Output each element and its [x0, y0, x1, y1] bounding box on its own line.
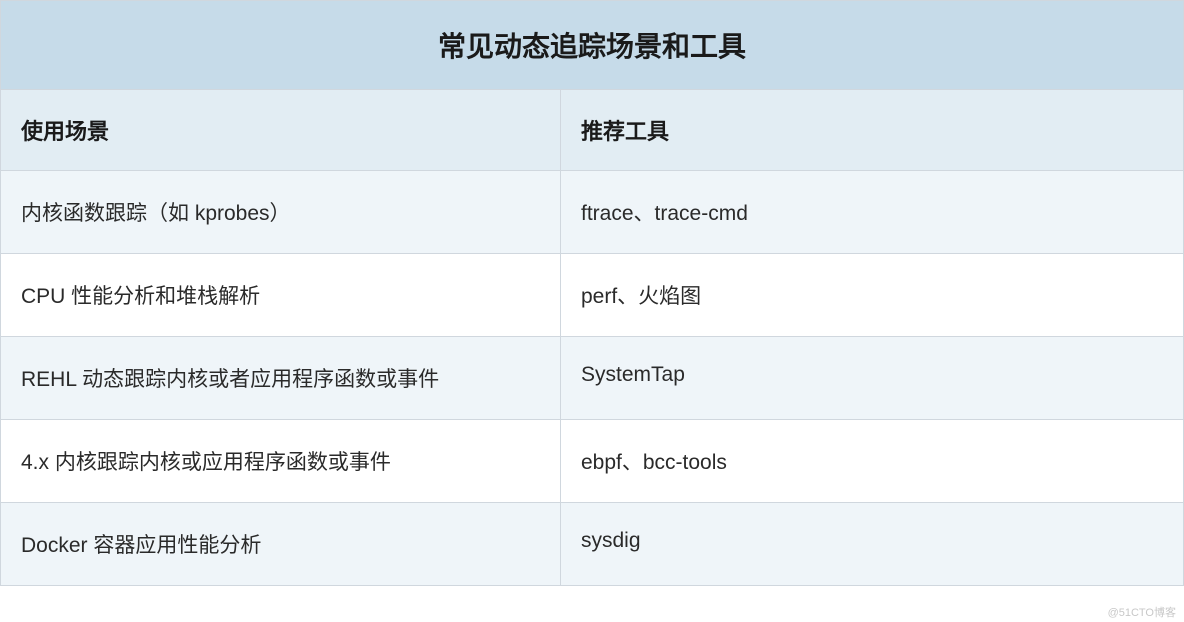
watermark: @51CTO博客 [1108, 604, 1176, 620]
tracing-tools-table: 常见动态追踪场景和工具 使用场景 推荐工具 内核函数跟踪（如 kprobes） … [0, 0, 1184, 586]
table-row: CPU 性能分析和堆栈解析 perf、火焰图 [1, 254, 1183, 337]
cell-tool: sysdig [561, 503, 1183, 585]
cell-tool: ftrace、trace-cmd [561, 171, 1183, 253]
cell-tool: perf、火焰图 [561, 254, 1183, 336]
table-title: 常见动态追踪场景和工具 [1, 1, 1183, 90]
cell-tool: ebpf、bcc-tools [561, 420, 1183, 502]
table-header: 使用场景 推荐工具 [1, 90, 1183, 171]
header-scenario: 使用场景 [1, 90, 561, 170]
cell-scenario: 4.x 内核跟踪内核或应用程序函数或事件 [1, 420, 561, 502]
cell-scenario: 内核函数跟踪（如 kprobes） [1, 171, 561, 253]
cell-scenario: Docker 容器应用性能分析 [1, 503, 561, 585]
table-body: 内核函数跟踪（如 kprobes） ftrace、trace-cmd CPU 性… [1, 171, 1183, 585]
cell-scenario: REHL 动态跟踪内核或者应用程序函数或事件 [1, 337, 561, 419]
table-row: 4.x 内核跟踪内核或应用程序函数或事件 ebpf、bcc-tools [1, 420, 1183, 503]
cell-scenario: CPU 性能分析和堆栈解析 [1, 254, 561, 336]
table-row: Docker 容器应用性能分析 sysdig [1, 503, 1183, 585]
table-row: REHL 动态跟踪内核或者应用程序函数或事件 SystemTap [1, 337, 1183, 420]
cell-tool: SystemTap [561, 337, 1183, 419]
table-row: 内核函数跟踪（如 kprobes） ftrace、trace-cmd [1, 171, 1183, 254]
header-tool: 推荐工具 [561, 90, 1183, 170]
